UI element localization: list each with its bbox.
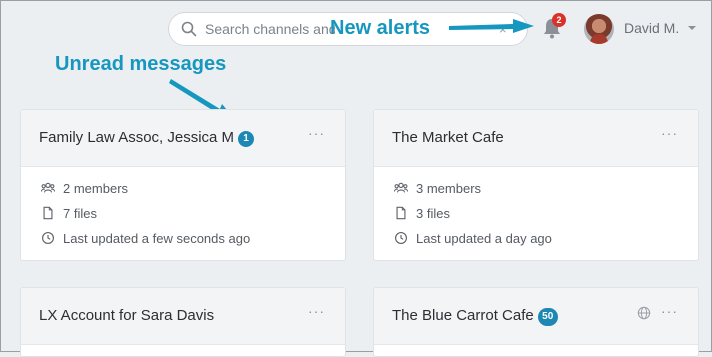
files-count: 7 files	[63, 206, 97, 221]
channel-title[interactable]: Family Law Assoc, Jessica M1	[39, 129, 255, 147]
channel-name[interactable]: The Blue Carrot Cafe	[392, 307, 534, 324]
notification-badge: 2	[552, 13, 566, 27]
unread-badge: 50	[537, 308, 558, 326]
new-alerts-callout: New alerts	[330, 17, 431, 39]
channel-name[interactable]: LX Account for Sara Davis	[39, 307, 214, 324]
unread-badge: 1	[238, 131, 255, 147]
channel-card[interactable]: LX Account for Sara Davis ···	[20, 287, 346, 357]
globe-icon	[637, 306, 651, 320]
channel-card[interactable]: The Market Cafe ··· 3 members 3 files La…	[373, 109, 699, 261]
channel-card[interactable]: The Blue Carrot Cafe 50 ···	[373, 287, 699, 357]
file-icon	[43, 206, 53, 220]
files-count: 3 files	[416, 206, 450, 221]
channel-title[interactable]: The Blue Carrot Cafe 50	[392, 307, 558, 326]
members-count: 3 members	[416, 181, 482, 196]
clock-icon	[395, 232, 407, 244]
card-header: LX Account for Sara Davis ···	[21, 288, 345, 345]
members-icon	[394, 182, 408, 193]
more-options-icon[interactable]: ···	[308, 125, 325, 141]
unread-messages-callout: Unread messages	[55, 53, 227, 75]
file-icon	[396, 206, 406, 220]
search-icon	[181, 21, 197, 37]
clock-icon	[42, 232, 54, 244]
channel-card[interactable]: Family Law Assoc, Jessica M1 ··· 2 membe…	[20, 109, 346, 261]
chevron-down-icon[interactable]	[688, 26, 696, 30]
card-header: The Blue Carrot Cafe 50 ···	[374, 288, 698, 345]
channel-name[interactable]: The Market Cafe	[392, 129, 504, 146]
channel-name[interactable]: Family Law Assoc, Jessica M	[39, 129, 234, 146]
avatar[interactable]	[584, 14, 614, 44]
members-icon	[41, 182, 55, 193]
more-options-icon[interactable]: ···	[308, 303, 325, 319]
more-options-icon[interactable]: ···	[661, 125, 678, 141]
more-options-icon[interactable]: ···	[661, 303, 678, 319]
members-count: 2 members	[63, 181, 129, 196]
card-header: The Market Cafe ···	[374, 110, 698, 167]
search-input[interactable]	[205, 19, 335, 39]
channel-title[interactable]: LX Account for Sara Davis	[39, 307, 214, 324]
card-header: Family Law Assoc, Jessica M1 ···	[21, 110, 345, 167]
user-name[interactable]: David M.	[624, 20, 679, 36]
last-updated: Last updated a day ago	[416, 231, 552, 246]
last-updated: Last updated a few seconds ago	[63, 231, 251, 246]
clear-search-icon[interactable]: ×	[499, 22, 507, 37]
channel-title[interactable]: The Market Cafe	[392, 129, 504, 146]
